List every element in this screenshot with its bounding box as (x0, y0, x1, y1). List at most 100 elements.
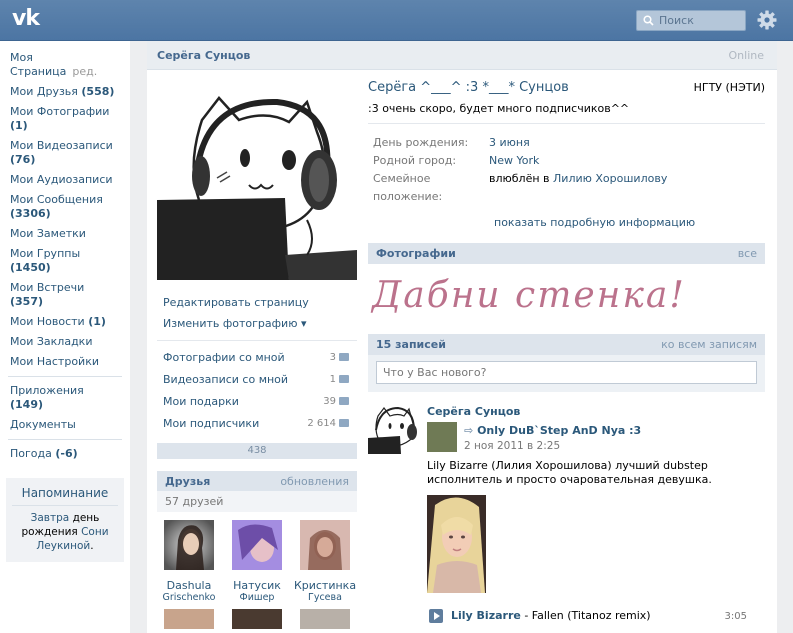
sidebar-item[interactable]: Приложения (149) (0, 381, 130, 415)
friend-item[interactable]: Dashula Grischenko (157, 520, 221, 603)
photos-title[interactable]: Фотографии (376, 247, 456, 260)
vk-logo[interactable]: vk (12, 6, 40, 31)
repost-group-name[interactable]: ⇨ Only DuB`Step AnD Nya :3 (464, 424, 684, 437)
info-label: День рождения: (373, 136, 469, 149)
search-placeholder: Поиск (659, 14, 694, 27)
top-bar: vk Поиск (0, 0, 793, 41)
stat-count-value: 2 614 (307, 418, 336, 429)
sidebar-item[interactable]: Мои Аудиозаписи (0, 170, 130, 190)
info-value[interactable]: New York (489, 152, 539, 170)
sidebar-item[interactable]: Мои Друзья (558) (0, 82, 130, 102)
sidebar-divider (8, 376, 122, 377)
friend-avatar[interactable] (300, 609, 350, 629)
play-icon[interactable] (429, 609, 443, 623)
sidebar-item-count: (3306) (10, 207, 51, 220)
friend-avatar (164, 520, 214, 570)
profile-stat-link[interactable]: Мои подарки 39 (157, 391, 357, 413)
friend-name[interactable]: Dashula (157, 579, 221, 592)
friend-surname[interactable]: Grischenko (157, 592, 221, 603)
profile-stat-link[interactable]: Фотографии со мной 3 (157, 347, 357, 369)
wall-all-link[interactable]: ко всем записям (661, 338, 757, 351)
search-input[interactable]: Поиск (636, 10, 746, 31)
sidebar-item-label: Моя Страница (10, 51, 67, 78)
gift-icon (339, 397, 349, 405)
stat-count: 3 (330, 351, 349, 365)
reminder-box: Напоминание Завтра день рождения Сони Ле… (6, 478, 124, 562)
university-link[interactable]: НГТУ (НЭТИ) (694, 81, 765, 94)
post-date[interactable]: 2 ноя 2011 в 2:25 (464, 440, 560, 452)
friend-name[interactable]: Кристинка (293, 579, 357, 592)
friends-grid-row2 (157, 609, 357, 629)
audio-artist-link[interactable]: Lily Bizarre (451, 609, 521, 622)
sidebar-item[interactable]: Погода (-6) (0, 444, 130, 464)
photos-all-link[interactable]: все (738, 247, 757, 260)
friend-avatar (300, 520, 350, 570)
sidebar-item-label: Погода (10, 447, 52, 460)
wall-post-input[interactable]: Что у Вас нового? (376, 361, 757, 384)
stat-label: Видеозаписи со мной (163, 373, 289, 386)
sidebar-item[interactable]: Мои Новости (1) (0, 312, 130, 332)
stat-count-value: 1 (329, 374, 336, 385)
sidebar-item[interactable]: Мои Фотографии (1) (0, 102, 130, 136)
wall-compose: Что у Вас нового? (368, 355, 765, 392)
divider (157, 340, 357, 341)
stat-count: 39 (323, 395, 349, 409)
photo-strip-text: Дабни стенка! (370, 275, 686, 316)
reminder-text: Завтра день рождения Сони Леукиной. (12, 511, 118, 553)
change-photo-link[interactable]: Изменить фотографию ▾ (157, 313, 357, 334)
show-more-info-link[interactable]: показать подробную информацию (368, 216, 765, 229)
cat-headphones-image (157, 80, 357, 280)
sidebar-item[interactable]: Мои Заметки (0, 224, 130, 244)
repost-icon: ⇨ (464, 424, 474, 437)
sidebar-item[interactable]: Мои Сообщения (3306) (0, 190, 130, 224)
sidebar-item[interactable]: Документы (0, 415, 130, 435)
friend-surname[interactable]: Фишер (225, 592, 289, 603)
sidebar-item[interactable]: Мои Группы (1450) (0, 244, 130, 278)
friends-updates-link[interactable]: обновления (280, 475, 349, 488)
sidebar-item-label: Мои Видеозаписи (10, 139, 113, 152)
sidebar-item[interactable]: Мои Встречи (357) (0, 278, 130, 312)
profile-header-name: Серёга Сунцов (157, 49, 251, 62)
friend-avatar[interactable] (232, 609, 282, 629)
sidebar-item[interactable]: Мои Закладки (0, 332, 130, 352)
profile-avatar[interactable] (157, 80, 357, 280)
repost-group-thumb[interactable] (427, 422, 457, 452)
sidebar-item-label: Мои Настройки (10, 355, 99, 368)
wall-post: Серёга Сунцов ⇨ Only DuB`Step AnD Nya :3… (368, 402, 765, 633)
sidebar-item-label: Документы (10, 418, 76, 431)
profile-left-column: Редактировать страницу Изменить фотограф… (157, 80, 357, 629)
post-author-avatar[interactable] (368, 402, 420, 454)
sidebar-item[interactable]: Мои Настройки (0, 352, 130, 372)
stat-label: Фотографии со мной (163, 351, 285, 364)
friends-grid: Dashula Grischenko Натусик Фишер Кристин… (157, 512, 357, 603)
post-photo[interactable] (427, 495, 486, 593)
friend-surname[interactable]: Гусева (293, 592, 357, 603)
profile-header: Серёга Сунцов Online (147, 41, 777, 70)
friend-name[interactable]: Натусик (225, 579, 289, 592)
sidebar-item[interactable]: Мои Видеозаписи (76) (0, 136, 130, 170)
info-value-link[interactable]: Лилию Хорошилову (553, 172, 667, 185)
online-status: Online (728, 49, 764, 62)
wall-count[interactable]: 15 записей (376, 338, 446, 351)
edit-page-link[interactable]: Редактировать страницу (157, 292, 357, 313)
friends-title[interactable]: Друзья (165, 475, 210, 488)
sidebar-item[interactable]: Моя Страница ред. (0, 48, 130, 82)
audio-title: Lily Bizarre - Fallen (Titanoz remix) (451, 609, 651, 622)
profile-stat-link[interactable]: Мои подписчики 2 614 (157, 413, 357, 435)
profile-main: Серёга Сунцов Online Редактировать стран… (147, 41, 777, 633)
info-value[interactable]: 3 июня (489, 134, 530, 152)
profile-status[interactable]: :3 очень скоро, будет много подписчиков^… (368, 102, 765, 124)
gear-icon[interactable] (757, 10, 777, 30)
profile-stat-link[interactable]: Видеозаписи со мной 1 (157, 369, 357, 391)
stat-count-value: 39 (323, 396, 336, 407)
stat-label: Мои подписчики (163, 417, 260, 430)
edit-link[interactable]: ред. (72, 65, 97, 78)
photo-strip[interactable]: Дабни стенка! (368, 264, 765, 324)
sidebar-item-label: Мои Аудиозаписи (10, 173, 113, 186)
friend-avatar[interactable] (164, 609, 214, 629)
post-author-name[interactable]: Серёга Сунцов (427, 405, 520, 418)
friend-item[interactable]: Кристинка Гусева (293, 520, 357, 603)
rating-bar[interactable]: 438 (157, 443, 357, 459)
profile-actions: Редактировать страницу Изменить фотограф… (157, 292, 357, 334)
friend-item[interactable]: Натусик Фишер (225, 520, 289, 603)
